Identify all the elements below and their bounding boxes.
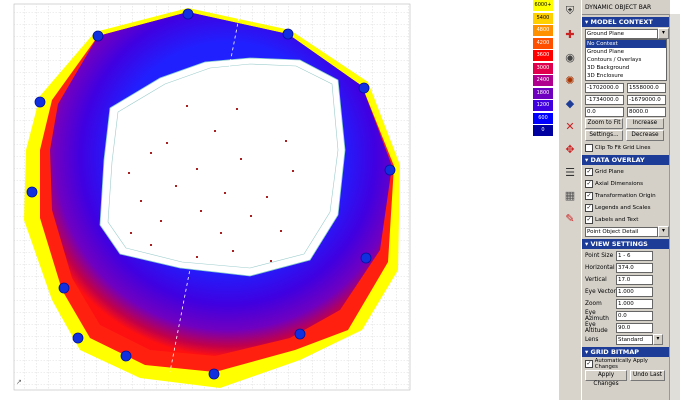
pencil-icon[interactable]: ✎ bbox=[561, 210, 579, 226]
lens-dropdown[interactable]: ▾ bbox=[653, 334, 663, 345]
eye-altitude-field[interactable]: 90.0 bbox=[616, 322, 653, 333]
eye-vector-field[interactable]: 1.000 bbox=[616, 286, 653, 297]
eye-altitude-label: Eye Altitude bbox=[585, 321, 608, 334]
grid-bitmap-title: GRID BITMAP bbox=[590, 348, 640, 356]
undo-last-button[interactable]: Undo Last bbox=[630, 370, 665, 381]
point-size-label: Point Size bbox=[585, 252, 614, 259]
gear-icon[interactable]: ✺ bbox=[561, 72, 579, 88]
grid-bitmap-header[interactable]: ▾ GRID BITMAP bbox=[582, 347, 670, 357]
building-icon[interactable]: ▦ bbox=[561, 187, 579, 203]
extent-z-min[interactable]: 0.0 bbox=[585, 106, 624, 117]
dynamic-object-panel: DYNAMIC OBJECT BAR ▾ MODEL CONTEXT Groun… bbox=[581, 0, 670, 400]
contour-map: ↗ bbox=[13, 3, 411, 391]
context-option[interactable]: 3D Background bbox=[586, 64, 666, 72]
legend-swatch: 6000+ bbox=[533, 0, 553, 11]
zoom-label: Zoom bbox=[585, 300, 602, 307]
color-legend: 6000+ 5400 4800 4200 3600 3000 2400 1800 1200 600… bbox=[533, 0, 553, 138]
eye-azimuth-label: Eye Azimuth bbox=[585, 309, 609, 322]
legend-swatch: 3000 bbox=[533, 62, 553, 74]
view-settings-header[interactable]: ▾ VIEW SETTINGS bbox=[582, 239, 670, 249]
overlay-option-label: Labels and Text bbox=[595, 216, 639, 223]
decrease-button[interactable]: Decrease bbox=[626, 130, 664, 141]
auto-apply-checkbox[interactable]: ✓ bbox=[585, 359, 593, 368]
vertical-field[interactable]: 17.0 bbox=[616, 274, 653, 285]
context-option[interactable]: Ground Plane bbox=[586, 48, 666, 56]
overlay-option-label: Axial Dimensions bbox=[595, 180, 644, 187]
context-dropdown-button[interactable]: ▾ bbox=[658, 28, 669, 39]
overlay-checkbox[interactable]: ✓ bbox=[585, 191, 593, 200]
legend-swatch: 2400 bbox=[533, 75, 553, 86]
legend-swatch: 4200 bbox=[533, 37, 553, 49]
overlay-option[interactable]: ✓ Legends and Scales bbox=[582, 202, 670, 213]
zoom-field[interactable]: 1.000 bbox=[616, 298, 653, 309]
data-overlay-header[interactable]: ▾ DATA OVERLAY bbox=[582, 155, 670, 165]
eye-azimuth-field[interactable]: 0.0 bbox=[616, 310, 653, 321]
clip-label: Clip To Fit Grid Lines bbox=[595, 144, 651, 151]
panel-title: DYNAMIC OBJECT BAR bbox=[585, 3, 652, 11]
legend-swatch: 4800 bbox=[533, 25, 553, 36]
extent-x-min[interactable]: -1702000.0 bbox=[585, 82, 624, 93]
horizontal-field[interactable]: 374.0 bbox=[616, 262, 653, 273]
legend-swatch: 3600 bbox=[533, 50, 553, 61]
legend-swatch: 1800 bbox=[533, 87, 553, 99]
pushpin-icon[interactable]: ✚ bbox=[561, 26, 579, 42]
settings-button[interactable]: Settings... bbox=[585, 130, 623, 141]
lens-label: Lens bbox=[585, 336, 599, 343]
overlay-checkbox[interactable]: ✓ bbox=[585, 167, 593, 176]
extent-x-max[interactable]: 1558000.0 bbox=[627, 82, 666, 93]
cube-icon[interactable]: ◆ bbox=[561, 95, 579, 111]
model-context-header[interactable]: ▾ MODEL CONTEXT bbox=[582, 17, 670, 27]
legend-swatch: 5400 bbox=[533, 12, 553, 24]
context-option[interactable]: No Context bbox=[586, 40, 666, 48]
lens-select[interactable]: Standard bbox=[616, 334, 653, 345]
horizontal-label: Horizontal bbox=[585, 264, 615, 271]
extent-y-min[interactable]: -1734000.0 bbox=[585, 94, 624, 105]
point-detail-dropdown[interactable]: ▾ bbox=[658, 226, 669, 237]
eye-vector-label: Eye Vector bbox=[585, 288, 616, 295]
overlay-options: ✓ Grid Plane ✓ Axial Dimensions ✓ Transformat… bbox=[582, 166, 670, 225]
context-option[interactable]: Contours / Overlays bbox=[586, 56, 666, 64]
overlay-option-label: Legends and Scales bbox=[595, 204, 651, 211]
overlay-checkbox[interactable]: ✓ bbox=[585, 215, 593, 224]
model-context-title: MODEL CONTEXT bbox=[590, 18, 653, 26]
context-option[interactable]: 3D Enclosure bbox=[586, 72, 666, 80]
context-options-list: No Context Ground Plane Contours / Overlay… bbox=[585, 39, 667, 81]
apply-changes-button[interactable]: Apply Changes bbox=[585, 370, 627, 387]
legend-swatch: 1200 bbox=[533, 100, 553, 111]
panel-titlebar: DYNAMIC OBJECT BAR bbox=[582, 0, 670, 15]
point-detail-select[interactable]: Point Object Detail bbox=[585, 226, 658, 237]
overlay-option[interactable]: ✓ Transformation Origin bbox=[582, 190, 670, 201]
data-overlay-title: DATA OVERLAY bbox=[590, 156, 645, 164]
contour-plot-area[interactable]: ↗ bbox=[0, 0, 420, 400]
legend-swatch: 0 bbox=[533, 125, 553, 136]
overlay-option[interactable]: ✓ Grid Plane bbox=[582, 166, 670, 177]
context-select[interactable]: Ground Plane bbox=[585, 28, 658, 39]
tool-strip: ⛨ ✚ ◉ ✺ ◆ ✕ ✥ ☰ ▦ ✎ bbox=[559, 0, 582, 400]
overlay-option[interactable]: ✓ Axial Dimensions bbox=[582, 178, 670, 189]
view-settings-title: VIEW SETTINGS bbox=[590, 240, 648, 248]
vertical-label: Vertical bbox=[585, 276, 607, 283]
axis-origin-marker: ↗ bbox=[16, 378, 22, 386]
clip-checkbox[interactable] bbox=[585, 143, 593, 152]
extent-y-max[interactable]: -1679000.0 bbox=[627, 94, 666, 105]
overlay-checkbox[interactable]: ✓ bbox=[585, 203, 593, 212]
overlay-option-label: Grid Plane bbox=[595, 168, 624, 175]
zoom-to-fit-button[interactable]: Zoom to Fit bbox=[585, 118, 623, 129]
overlay-checkbox[interactable]: ✓ bbox=[585, 179, 593, 188]
panel-scrollbar[interactable] bbox=[669, 14, 680, 400]
overlay-option[interactable]: ✓ Labels and Text bbox=[582, 214, 670, 225]
legend-swatch: 600 bbox=[533, 112, 553, 124]
overlay-option-label: Transformation Origin bbox=[595, 192, 656, 199]
shield-icon[interactable]: ⛨ bbox=[561, 3, 579, 19]
point-size-field[interactable]: 1 - 6 bbox=[616, 250, 653, 261]
extent-z-max[interactable]: 8000.0 bbox=[627, 106, 666, 117]
auto-apply-label: Automatically Apply Changes bbox=[594, 357, 648, 370]
increase-button[interactable]: Increase bbox=[626, 118, 664, 129]
stack-icon[interactable]: ☰ bbox=[561, 164, 579, 180]
axis-icon[interactable]: ✕ bbox=[561, 118, 579, 134]
eye-icon[interactable]: ◉ bbox=[561, 49, 579, 65]
spread-icon[interactable]: ✥ bbox=[561, 141, 579, 157]
